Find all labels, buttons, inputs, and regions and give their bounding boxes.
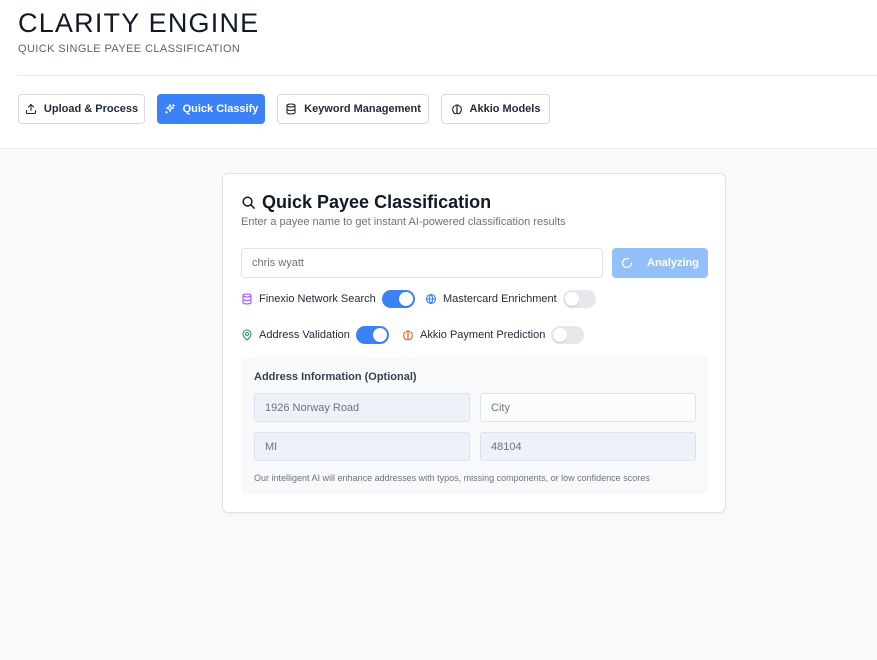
zip-code-field[interactable] <box>480 432 696 461</box>
loading-spinner-icon <box>621 257 633 269</box>
tab-keyword-management[interactable]: Keyword Management <box>277 94 429 124</box>
database-icon <box>285 103 297 115</box>
app-header: CLARITY ENGINE QUICK SINGLE PAYEE CLASSI… <box>0 0 877 149</box>
upload-icon <box>25 103 37 115</box>
mastercard-enrichment-toggle[interactable] <box>562 290 596 308</box>
database-icon <box>241 293 253 305</box>
tab-label: Keyword Management <box>304 103 421 115</box>
brain-icon <box>402 329 414 341</box>
sparkles-icon <box>164 103 176 115</box>
toggle-knob <box>564 292 579 306</box>
search-icon <box>241 195 256 210</box>
tab-upload-process[interactable]: Upload & Process <box>18 94 145 124</box>
globe-icon <box>425 293 437 305</box>
toggle-knob <box>372 328 387 342</box>
tab-label: Upload & Process <box>43 103 139 115</box>
card-title: Quick Payee Classification <box>241 192 491 213</box>
card-title-text: Quick Payee Classification <box>262 192 492 212</box>
address-section-title: Address Information (Optional) <box>254 371 417 383</box>
address-help-text: Our intelligent AI will enhance addresse… <box>254 473 650 483</box>
option-label: Address Validation <box>259 329 350 341</box>
analyze-button[interactable]: Analyzing <box>612 248 708 278</box>
brain-icon <box>451 103 463 115</box>
option-finexio-network-search: Finexio Network Search <box>241 290 415 308</box>
tab-label: Akkio Models <box>469 103 541 115</box>
payee-name-input[interactable] <box>241 248 603 278</box>
app-subtitle: QUICK SINGLE PAYEE CLASSIFICATION <box>18 43 241 55</box>
card-description: Enter a payee name to get instant AI-pow… <box>241 216 566 228</box>
state-field[interactable] <box>254 432 470 461</box>
toggle-knob <box>553 328 568 342</box>
address-validation-toggle[interactable] <box>355 326 389 344</box>
option-label: Akkio Payment Prediction <box>420 329 546 341</box>
option-label: Mastercard Enrichment <box>443 293 557 305</box>
header-divider <box>18 75 877 76</box>
option-address-validation: Address Validation <box>241 326 389 344</box>
akkio-payment-prediction-toggle[interactable] <box>551 326 585 344</box>
tab-quick-classify[interactable]: Quick Classify <box>157 94 265 124</box>
quick-classification-card: Quick Payee Classification Enter a payee… <box>222 173 726 513</box>
app-title: CLARITY ENGINE <box>18 8 260 38</box>
address-information-section: Address Information (Optional) Our intel… <box>241 357 708 494</box>
tab-label: Quick Classify <box>182 103 259 115</box>
map-pin-icon <box>241 329 253 341</box>
option-akkio-payment-prediction: Akkio Payment Prediction <box>402 326 585 344</box>
tab-akkio-models[interactable]: Akkio Models <box>441 94 550 124</box>
city-field[interactable] <box>480 393 696 422</box>
finexio-network-toggle[interactable] <box>381 290 415 308</box>
analyze-button-label: Analyzing <box>647 257 699 269</box>
option-mastercard-enrichment: Mastercard Enrichment <box>425 290 596 308</box>
street-address-field[interactable] <box>254 393 470 422</box>
option-label: Finexio Network Search <box>259 293 376 305</box>
toggle-knob <box>398 292 413 306</box>
